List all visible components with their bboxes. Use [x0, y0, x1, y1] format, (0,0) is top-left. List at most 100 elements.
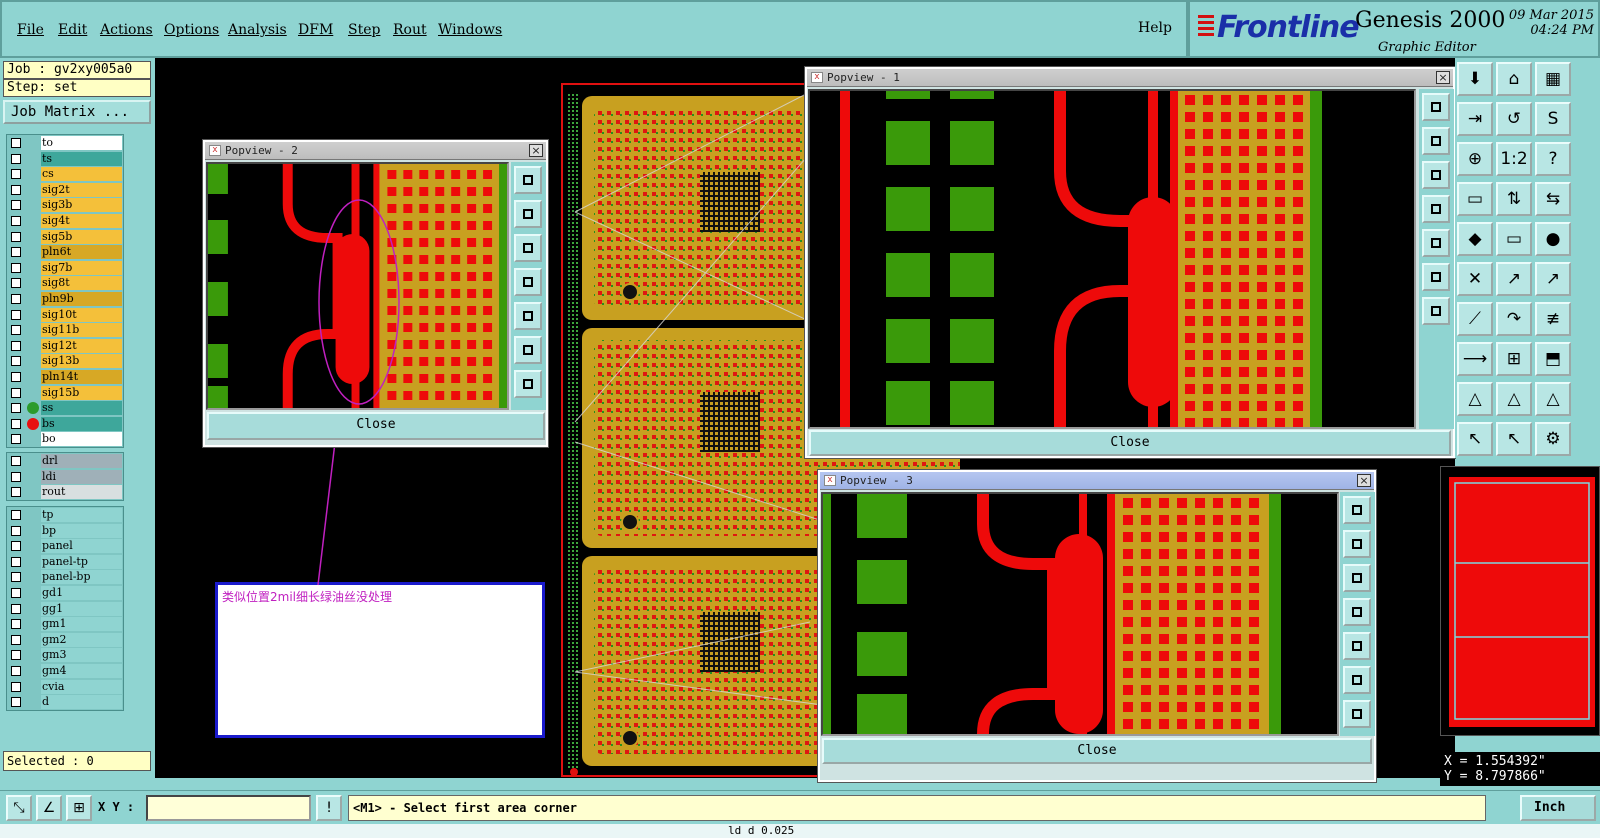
popview-2-view[interactable] — [206, 162, 509, 410]
layer-name[interactable]: sig7b — [41, 260, 122, 275]
tool-icon[interactable]: ↖ — [1457, 422, 1493, 456]
tool-icon[interactable]: ? — [1535, 142, 1571, 176]
view-tool-icon[interactable] — [514, 336, 542, 364]
measure-icon[interactable]: ∠ — [36, 795, 62, 821]
menu-analysis[interactable]: Analysis — [228, 22, 287, 38]
tool-icon[interactable]: ↖ — [1496, 422, 1532, 456]
layer-checkbox[interactable] — [11, 603, 21, 614]
menu-step[interactable]: Step — [348, 22, 380, 38]
popview-2-titlebar[interactable]: x Popview - 2 × — [205, 142, 546, 160]
layer-checkbox[interactable] — [11, 325, 21, 336]
job-matrix-button[interactable]: Job Matrix ... — [3, 100, 151, 124]
tool-icon[interactable]: △ — [1535, 382, 1571, 416]
layer-row[interactable]: cs — [7, 166, 123, 182]
layer-name[interactable]: sig3b — [41, 198, 122, 213]
view-tool-icon[interactable] — [1422, 195, 1450, 223]
tool-icon[interactable]: ● — [1535, 222, 1571, 256]
layer-name[interactable]: cvia — [41, 679, 122, 694]
tool-icon[interactable]: ▭ — [1457, 182, 1493, 216]
layer-checkbox[interactable] — [11, 456, 21, 466]
layer-name[interactable]: gm1 — [41, 617, 122, 632]
layer-name[interactable]: sig8t — [41, 276, 122, 291]
layer-checkbox[interactable] — [11, 471, 21, 482]
view-tool-icon[interactable] — [1343, 530, 1371, 558]
tool-icon[interactable]: △ — [1496, 382, 1532, 416]
layer-row[interactable]: sig11b — [7, 322, 123, 338]
layer-row[interactable]: pln14t — [7, 369, 123, 385]
popview-3-view[interactable] — [821, 492, 1339, 736]
layer-checkbox[interactable] — [11, 434, 21, 445]
view-tool-icon[interactable] — [1343, 666, 1371, 694]
layer-row[interactable]: sig13b — [7, 353, 123, 369]
layer-name[interactable]: bs — [41, 416, 122, 431]
tool-icon[interactable]: ⊞ — [1496, 342, 1532, 376]
layer-row[interactable]: to — [7, 135, 123, 151]
layer-checkbox[interactable] — [11, 371, 21, 382]
units-selector[interactable]: Inch — [1520, 795, 1596, 821]
view-tool-icon[interactable] — [1422, 263, 1450, 291]
view-tool-icon[interactable] — [1422, 229, 1450, 257]
view-tool-icon[interactable] — [514, 370, 542, 398]
layer-checkbox[interactable] — [11, 153, 21, 164]
layer-row[interactable]: sig3b — [7, 197, 123, 213]
layer-row[interactable]: gm4 — [7, 663, 123, 679]
layer-row[interactable]: cvia — [7, 679, 123, 695]
xy-input[interactable] — [146, 795, 311, 821]
zoom-box-icon[interactable]: ⤡ — [6, 795, 32, 821]
layer-checkbox[interactable] — [11, 387, 21, 398]
layer-checkbox[interactable] — [11, 541, 21, 552]
layer-row[interactable]: sig12t — [7, 338, 123, 354]
popview-1-view[interactable] — [808, 89, 1416, 429]
layer-checkbox[interactable] — [11, 572, 21, 583]
tool-icon[interactable]: ⊕ — [1457, 142, 1493, 176]
layer-name[interactable]: bo — [41, 432, 122, 447]
popview-1-close-button[interactable]: Close — [809, 430, 1451, 456]
tool-icon[interactable]: △ — [1457, 382, 1493, 416]
layer-row[interactable]: gd1 — [7, 585, 123, 601]
layer-checkbox[interactable] — [11, 278, 21, 289]
view-tool-icon[interactable] — [1343, 564, 1371, 592]
tool-icon[interactable]: ▦ — [1535, 62, 1571, 96]
view-tool-icon[interactable] — [514, 166, 542, 194]
close-icon[interactable]: × — [1436, 71, 1450, 84]
view-tool-icon[interactable] — [1343, 496, 1371, 524]
layer-checkbox[interactable] — [11, 184, 21, 195]
popview-1-titlebar[interactable]: x Popview - 1 × — [807, 69, 1453, 87]
layer-row[interactable]: drl — [7, 453, 123, 469]
popview-2-close-button[interactable]: Close — [207, 412, 545, 440]
layer-name[interactable]: gg1 — [41, 601, 122, 616]
layer-checkbox[interactable] — [11, 293, 21, 304]
close-icon[interactable]: × — [529, 144, 543, 157]
menu-actions[interactable]: Actions — [100, 22, 153, 38]
tool-icon[interactable]: ⇅ — [1496, 182, 1532, 216]
layer-row[interactable]: sig7b — [7, 260, 123, 276]
overview-map[interactable] — [1440, 466, 1600, 736]
menu-dfm[interactable]: DFM — [298, 22, 333, 38]
layer-name[interactable]: sig15b — [41, 385, 122, 400]
tool-icon[interactable]: S — [1535, 102, 1571, 136]
layer-checkbox[interactable] — [11, 403, 21, 414]
layer-row[interactable]: pln9b — [7, 291, 123, 307]
layer-checkbox[interactable] — [11, 200, 21, 211]
layer-checkbox[interactable] — [11, 231, 21, 242]
layer-row[interactable]: gg1 — [7, 601, 123, 617]
view-tool-icon[interactable] — [1422, 297, 1450, 325]
layer-name[interactable]: d — [41, 695, 122, 710]
layer-name[interactable]: sig10t — [41, 307, 122, 322]
menu-help[interactable]: Help — [1138, 20, 1172, 36]
tool-icon[interactable]: ↗ — [1496, 262, 1532, 296]
layer-name[interactable]: pln14t — [41, 369, 122, 384]
layer-checkbox[interactable] — [11, 697, 21, 708]
grid-snap-icon[interactable]: ⊞ — [66, 795, 92, 821]
layer-name[interactable]: pln6t — [41, 245, 122, 260]
popview-3-close-button[interactable]: Close — [822, 738, 1372, 764]
view-tool-icon[interactable] — [1343, 598, 1371, 626]
layer-checkbox[interactable] — [11, 418, 21, 429]
layer-checkbox[interactable] — [11, 247, 21, 258]
tool-icon[interactable]: ✕ — [1457, 262, 1493, 296]
view-tool-icon[interactable] — [1343, 632, 1371, 660]
view-tool-icon[interactable] — [514, 234, 542, 262]
layer-row[interactable]: panel-tp — [7, 554, 123, 570]
layer-row[interactable]: sig5b — [7, 229, 123, 245]
layer-row[interactable]: sig10t — [7, 307, 123, 323]
